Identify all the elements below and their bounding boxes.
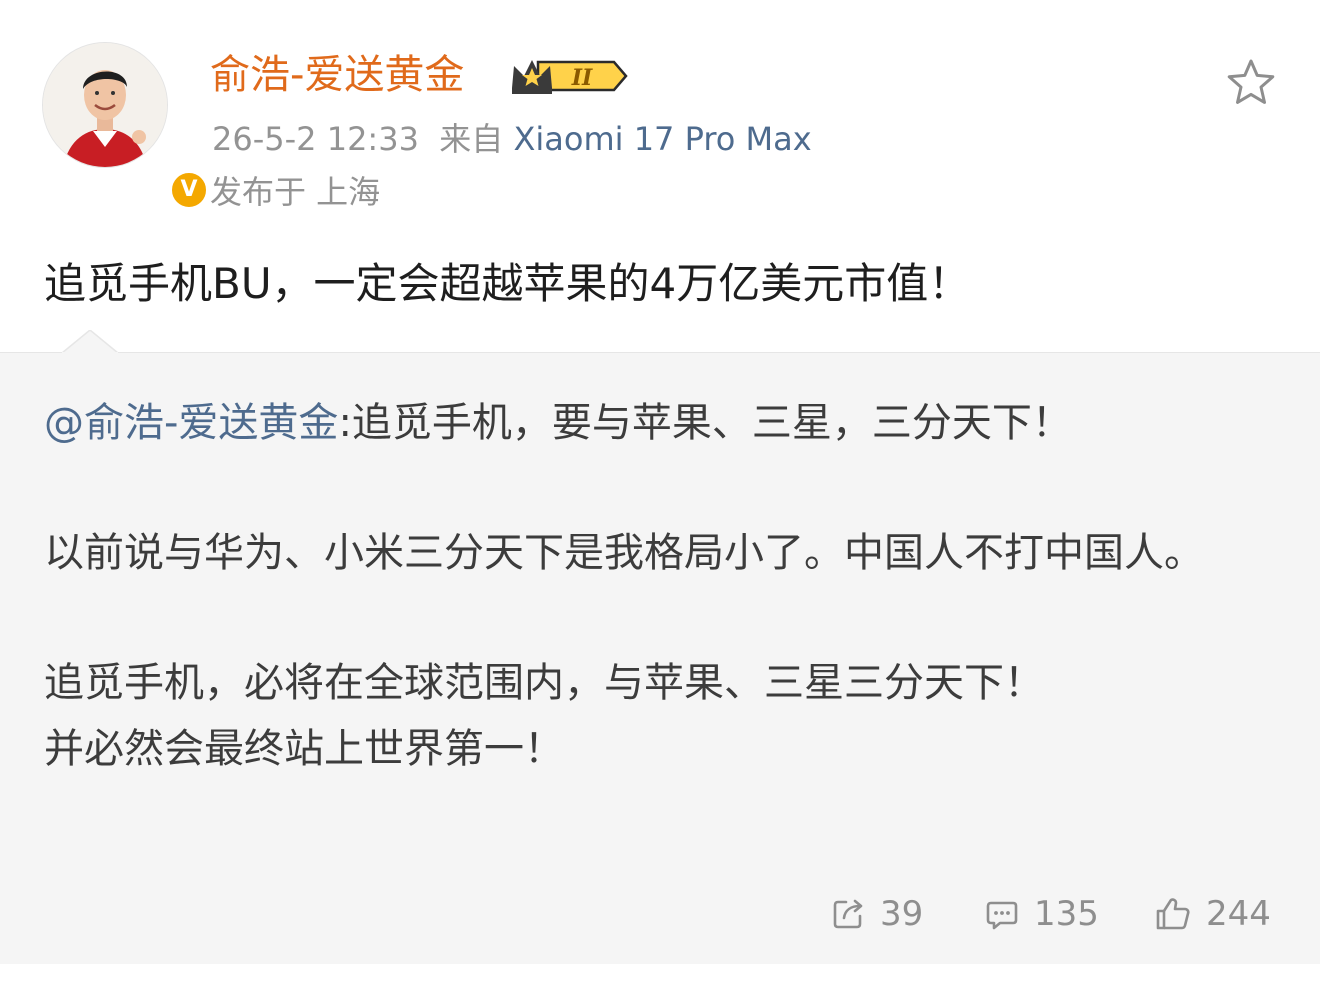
post-text: 追觅手机BU，一定会超越苹果的4万亿美元市值！ [44, 259, 971, 308]
username[interactable]: 俞浩-爱送黄金 [210, 50, 464, 100]
repost-paragraph-2: 以前说与华为、小米三分天下是我格局小了。中国人不打中国人。 [44, 530, 1204, 576]
avatar-image [43, 43, 167, 167]
mention-link[interactable]: @俞浩-爱送黄金 [44, 400, 338, 446]
repost-line-1: @俞浩-爱送黄金:追觅手机，要与苹果、三星，三分天下！ [44, 390, 1284, 456]
post-timestamp: 26-5-2 12:33 [212, 120, 419, 158]
source-prefix: 来自 [439, 120, 504, 158]
repost-paragraph-3-line-2: 并必然会最终站上世界第一！ [44, 726, 564, 772]
post-meta: 26-5-2 12:33 来自 Xiaomi 17 Pro Max [212, 119, 812, 159]
verified-badge-icon: V [169, 170, 209, 210]
bottom-divider [0, 964, 1320, 996]
repost-text: @俞浩-爱送黄金:追觅手机，要与苹果、三星，三分天下！ 以前说与华为、小米三分天… [44, 390, 1284, 782]
comment-icon [986, 901, 1018, 930]
post-card: V 俞浩-爱送黄金 II 26-5-2 12:33 来自 Xiaomi 17 P… [0, 0, 1320, 350]
repost-paragraph-3-line-1: 追觅手机，必将在全球范围内，与苹果、三星三分天下！ [44, 660, 1044, 706]
comment-button[interactable]: 135 [984, 892, 1099, 936]
repost-button[interactable]: 39 [830, 892, 923, 936]
repost-pointer [62, 330, 118, 354]
repost-icon [833, 899, 863, 929]
avatar[interactable]: V [42, 42, 209, 210]
repost-line-1-text: :追觅手机，要与苹果、三星，三分天下！ [338, 400, 1072, 446]
rank-badge[interactable]: II [508, 54, 628, 102]
rank-badge-label: II [571, 65, 593, 91]
star-icon[interactable] [1224, 56, 1278, 110]
verified-badge-label: V [180, 176, 198, 202]
device-link[interactable]: Xiaomi 17 Pro Max [513, 120, 811, 158]
post-location: 发布于 上海 [210, 173, 381, 211]
repost-count: 39 [880, 894, 924, 934]
like-count: 244 [1206, 894, 1271, 934]
comment-count: 135 [1034, 894, 1099, 934]
like-icon [1156, 898, 1190, 930]
like-button[interactable]: 244 [1154, 892, 1271, 936]
